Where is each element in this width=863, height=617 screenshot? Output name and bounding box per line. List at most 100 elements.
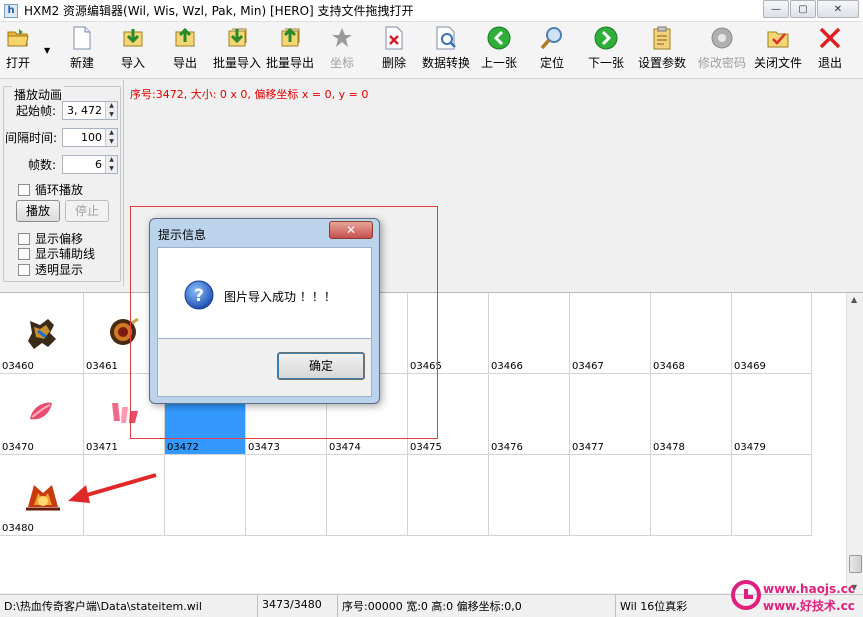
cell-label: 03475 bbox=[410, 442, 442, 453]
grid-cell[interactable]: 03469 bbox=[732, 293, 812, 374]
dialog-close-button[interactable]: ✕ bbox=[329, 221, 373, 239]
close-file-button[interactable]: 关闭文件 bbox=[754, 26, 802, 76]
maximize-button[interactable]: ▢ bbox=[790, 0, 816, 18]
cell-label: 03476 bbox=[491, 442, 523, 453]
spin-up-icon[interactable]: ▲ bbox=[106, 156, 117, 165]
change-password-button[interactable]: 修改密码 bbox=[698, 26, 746, 76]
clipboard-icon bbox=[650, 26, 674, 50]
show-guides-label: 显示辅助线 bbox=[35, 247, 96, 261]
new-file-icon bbox=[70, 26, 94, 50]
loop-checkbox-box[interactable] bbox=[18, 183, 30, 196]
svg-text:?: ? bbox=[194, 286, 204, 306]
grid-cell[interactable] bbox=[327, 455, 408, 536]
spin-up-icon[interactable]: ▲ bbox=[106, 129, 117, 138]
cell-label: 03474 bbox=[329, 442, 361, 453]
locate-button[interactable]: 定位 bbox=[540, 26, 564, 76]
play-button[interactable]: 播放 bbox=[16, 200, 60, 222]
dialog-footer: 确定 bbox=[157, 339, 372, 397]
transparent-checkbox[interactable]: 透明显示 bbox=[18, 261, 83, 278]
toolbar: 打开 ▼ 新建 导入 导出 批量导入 批量导出 坐标 删除 数据转换 上一张 定… bbox=[0, 22, 863, 79]
close-file-label: 关闭文件 bbox=[754, 56, 803, 70]
batch-import-button[interactable]: 批量导入 bbox=[213, 26, 261, 76]
animation-group: 播放动画 起始帧: 3, 472 ▲ ▼ 间隔时间: 100 ▲ ▼ 帧数: 6 ▲… bbox=[3, 86, 121, 282]
delete-label: 删除 bbox=[382, 56, 407, 70]
exit-x-icon bbox=[818, 26, 842, 50]
cell-label: 03470 bbox=[2, 442, 34, 453]
export-button[interactable]: 导出 bbox=[173, 26, 197, 76]
grid-cell[interactable]: 03466 bbox=[489, 293, 570, 374]
coord-label: 坐标 bbox=[330, 56, 355, 70]
cell-label: 03479 bbox=[734, 442, 766, 453]
start-frame-value[interactable]: 3, 472 bbox=[63, 102, 105, 119]
spin-down-icon[interactable]: ▼ bbox=[106, 165, 117, 174]
exit-button[interactable]: 退出 bbox=[818, 26, 842, 76]
cell-label: 03466 bbox=[491, 361, 523, 372]
import-button[interactable]: 导入 bbox=[121, 26, 145, 76]
grid-cell[interactable] bbox=[246, 455, 327, 536]
batch-export-button[interactable]: 批量导出 bbox=[266, 26, 314, 76]
title-bar: h HXM2 资源编辑器(Wil, Wis, Wzl, Pak, Min) [H… bbox=[0, 0, 863, 22]
grid-cell[interactable]: 03465 bbox=[408, 293, 489, 374]
new-button[interactable]: 新建 bbox=[70, 26, 94, 76]
open-dropdown-icon[interactable]: ▼ bbox=[44, 46, 50, 55]
window-title: HXM2 资源编辑器(Wil, Wis, Wzl, Pak, Min) [HER… bbox=[24, 4, 414, 18]
scroll-thumb[interactable] bbox=[849, 555, 862, 573]
data-convert-button[interactable]: 数据转换 bbox=[422, 26, 470, 76]
grid-cell[interactable]: 03468 bbox=[651, 293, 732, 374]
delete-button[interactable]: 删除 bbox=[382, 26, 406, 76]
batch-export-label: 批量导出 bbox=[266, 56, 315, 70]
spin-up-icon[interactable]: ▲ bbox=[106, 102, 117, 111]
frames-value[interactable]: 6 bbox=[63, 156, 105, 173]
scroll-up-icon[interactable]: ▲ bbox=[851, 295, 857, 304]
grid-cell[interactable]: 03475 bbox=[408, 374, 489, 455]
question-icon: ? bbox=[184, 280, 214, 310]
grid-cell[interactable] bbox=[732, 455, 812, 536]
transparent-checkbox-box[interactable] bbox=[18, 263, 30, 276]
grid-cell[interactable] bbox=[570, 455, 651, 536]
frames-spinner[interactable]: 6 ▲ ▼ bbox=[62, 155, 118, 174]
spin-down-icon[interactable]: ▼ bbox=[106, 138, 117, 147]
grid-cell[interactable]: 03467 bbox=[570, 293, 651, 374]
status-file-path: D:\热血传奇客户端\Data\stateitem.wil bbox=[0, 595, 258, 617]
open-button[interactable]: 打开 bbox=[6, 26, 30, 76]
loop-label: 循环播放 bbox=[35, 183, 84, 197]
stop-button[interactable]: 停止 bbox=[65, 200, 109, 222]
cell-label: 03477 bbox=[572, 442, 604, 453]
start-frame-spinner[interactable]: 3, 472 ▲ ▼ bbox=[62, 101, 118, 120]
minimize-button[interactable]: — bbox=[763, 0, 789, 18]
grid-cell[interactable]: 03478 bbox=[651, 374, 732, 455]
coord-button[interactable]: 坐标 bbox=[330, 26, 354, 76]
export-icon bbox=[173, 26, 197, 50]
grid-cell[interactable] bbox=[651, 455, 732, 536]
sprite-thumbnail-03461 bbox=[110, 317, 139, 345]
grid-cell[interactable]: 03479 bbox=[732, 374, 812, 455]
grid-cell[interactable]: 03476 bbox=[489, 374, 570, 455]
delete-file-icon bbox=[382, 26, 406, 50]
export-label: 导出 bbox=[173, 56, 198, 70]
grid-cell[interactable]: 03477 bbox=[570, 374, 651, 455]
cell-label: 03460 bbox=[2, 361, 34, 372]
loop-checkbox[interactable]: 循环播放 bbox=[18, 181, 83, 198]
ok-button[interactable]: 确定 bbox=[277, 352, 365, 380]
cell-label: 03471 bbox=[86, 442, 118, 453]
spin-down-icon[interactable]: ▼ bbox=[106, 111, 117, 120]
next-button[interactable]: 下一张 bbox=[588, 26, 624, 76]
interval-value[interactable]: 100 bbox=[63, 129, 105, 146]
settings-button[interactable]: 设置参数 bbox=[638, 26, 686, 76]
grid-cell[interactable] bbox=[408, 455, 489, 536]
settings-label: 设置参数 bbox=[638, 56, 687, 70]
new-label: 新建 bbox=[70, 56, 95, 70]
frames-label: 帧数: bbox=[28, 158, 57, 172]
close-window-button[interactable]: ✕ bbox=[817, 0, 859, 18]
grid-cell[interactable] bbox=[165, 455, 246, 536]
prev-button[interactable]: 上一张 bbox=[481, 26, 517, 76]
show-offset-checkbox-box[interactable] bbox=[18, 232, 30, 245]
show-guides-checkbox[interactable]: 显示辅助线 bbox=[18, 245, 95, 262]
interval-spinner[interactable]: 100 ▲ ▼ bbox=[62, 128, 118, 147]
grid-scrollbar[interactable]: ▲ ▼ bbox=[846, 293, 863, 594]
prev-label: 上一张 bbox=[481, 56, 518, 70]
close-icon: ✕ bbox=[833, 3, 843, 15]
show-guides-checkbox-box[interactable] bbox=[18, 247, 30, 260]
locate-label: 定位 bbox=[540, 56, 565, 70]
grid-cell[interactable] bbox=[489, 455, 570, 536]
